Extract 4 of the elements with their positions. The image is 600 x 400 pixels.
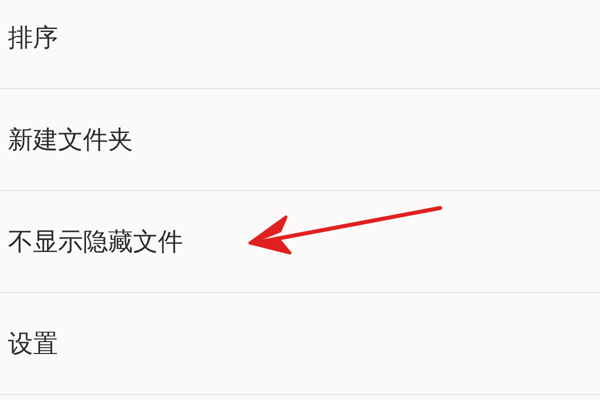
menu-item[interactable]: 不显示隐藏文件 — [8, 225, 183, 258]
menu-item[interactable]: 排序 — [8, 21, 58, 54]
menu-item[interactable]: 设置 — [8, 327, 58, 360]
menu-item[interactable]: 新建文件夹 — [8, 123, 133, 156]
